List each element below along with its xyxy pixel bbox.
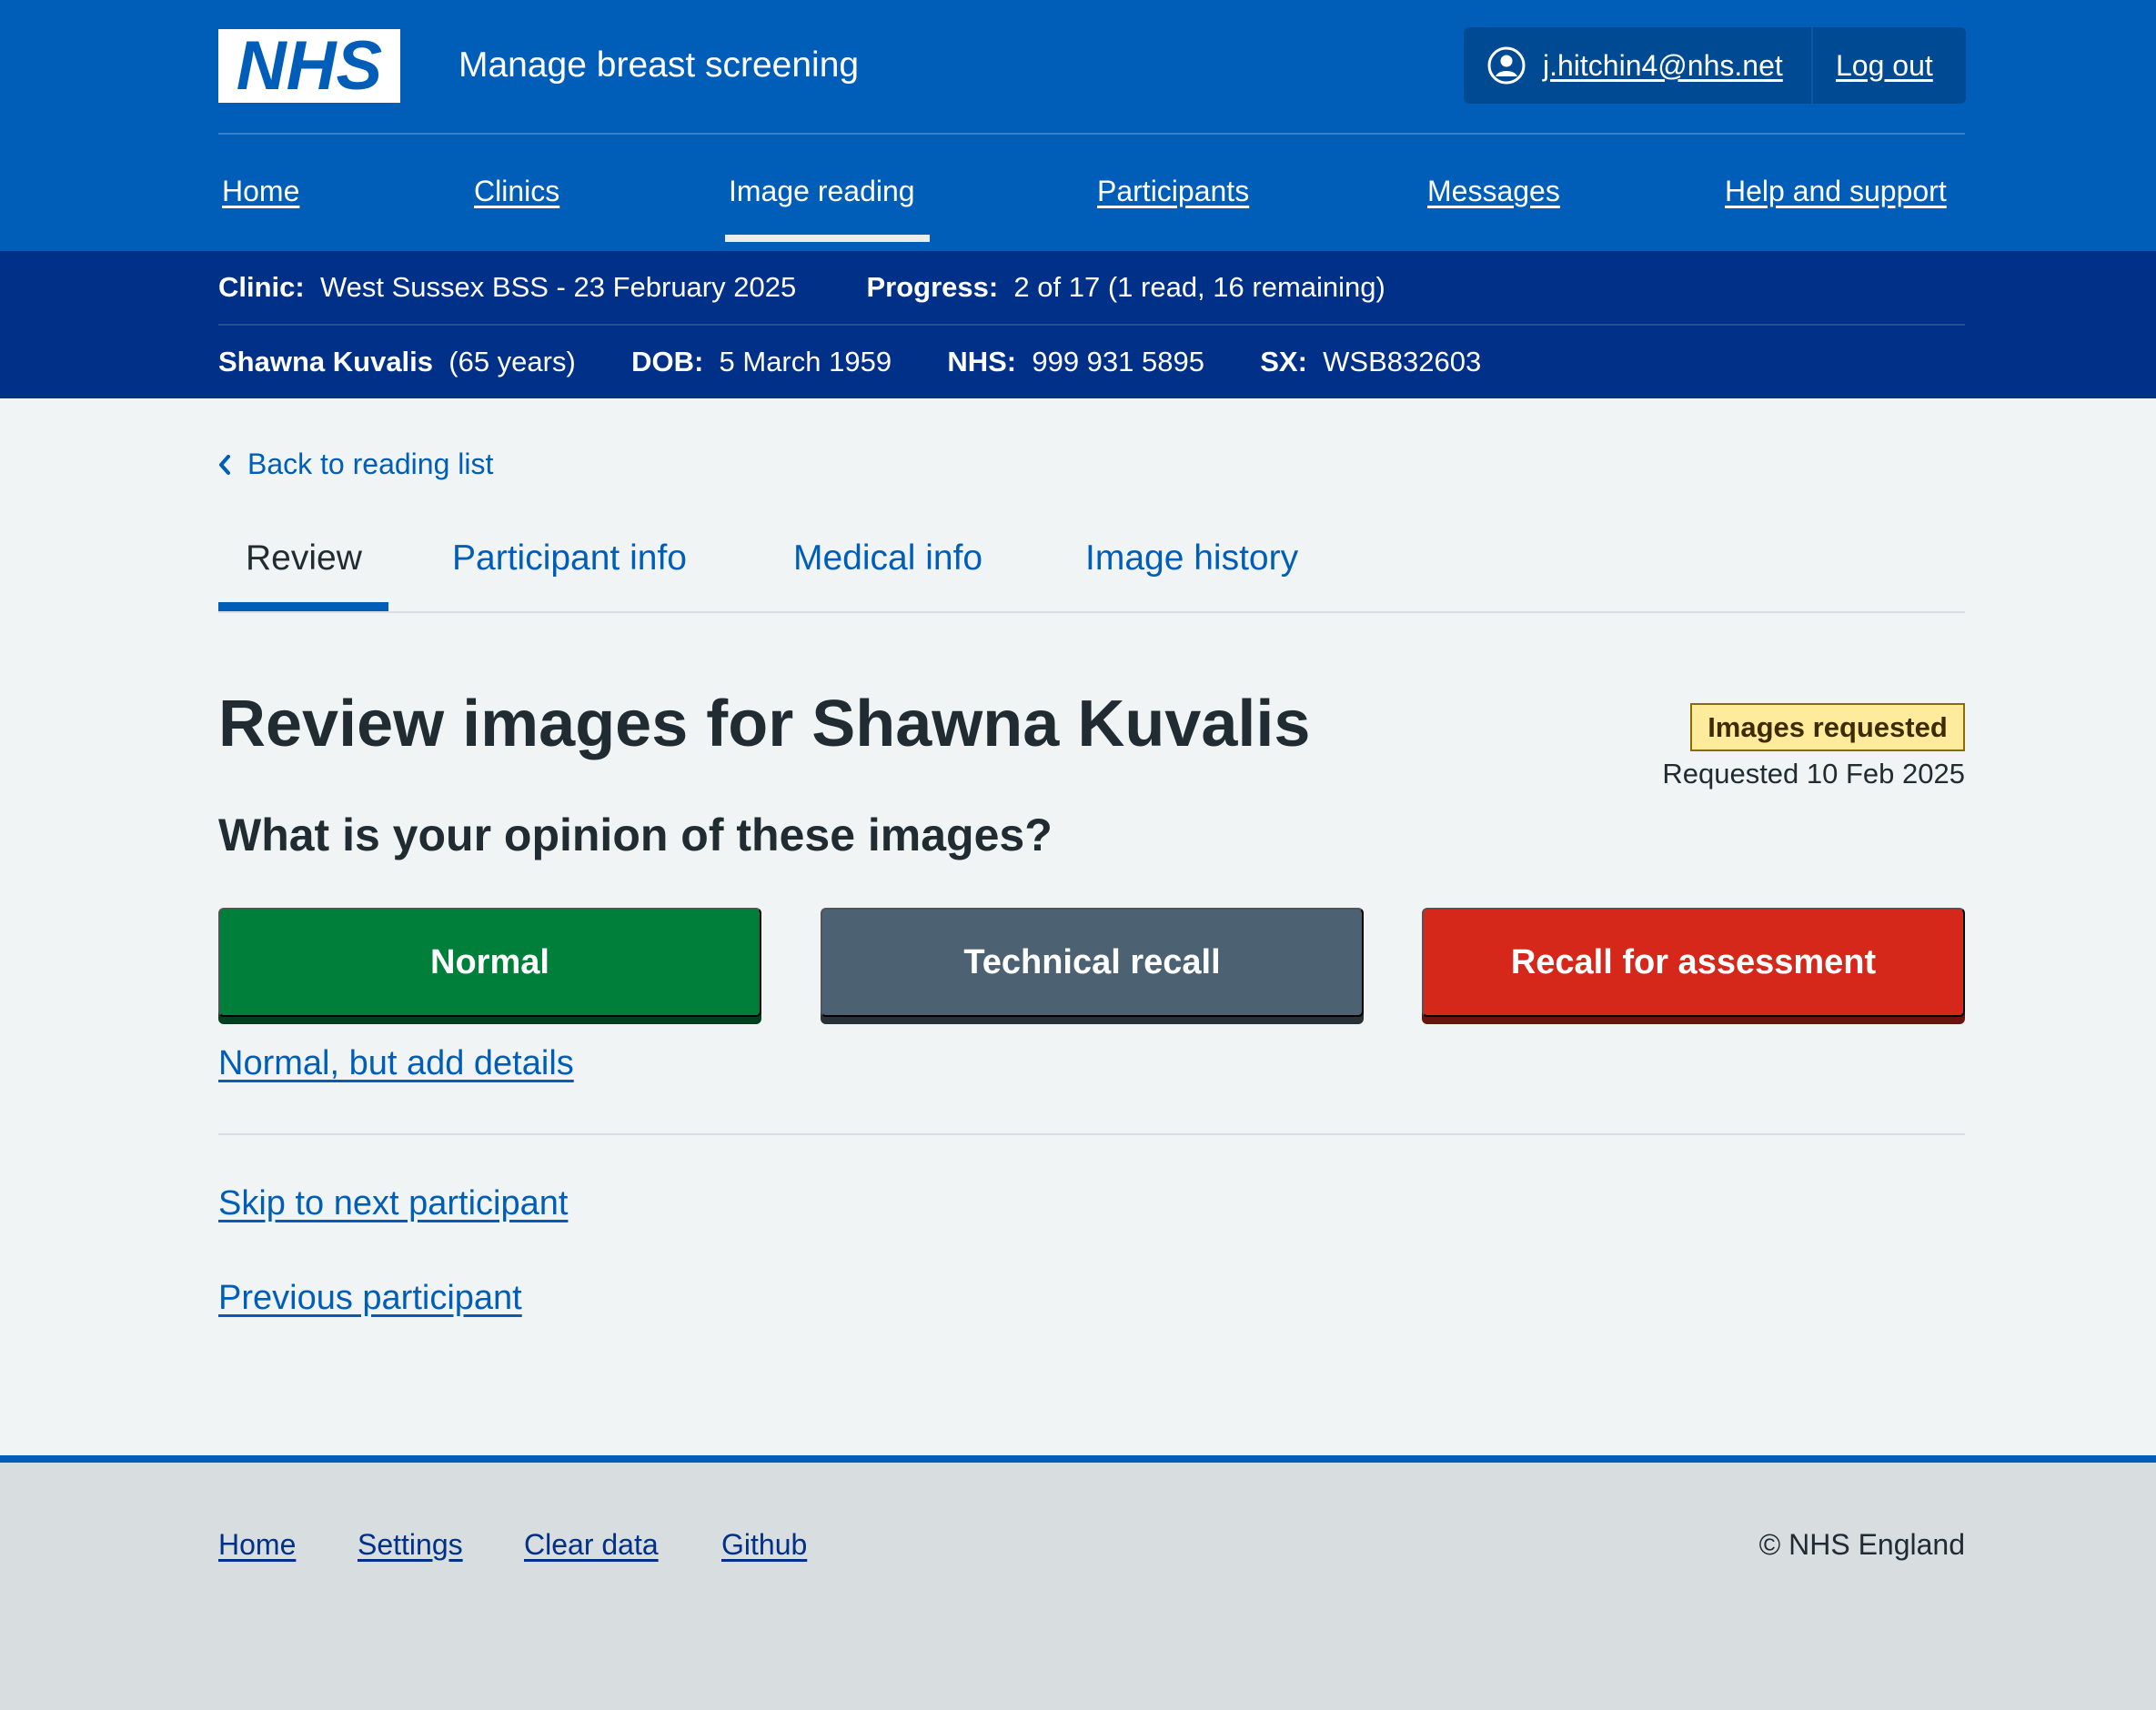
requested-date: Requested 10 Feb 2025 — [1662, 758, 1965, 790]
dob-value: 5 March 1959 — [719, 346, 892, 377]
sx-value: WSB832603 — [1323, 346, 1482, 377]
chevron-left-icon — [219, 454, 230, 475]
footer-link-clear-data[interactable]: Clear data — [524, 1526, 659, 1563]
normal-add-details-link[interactable]: Normal, but add details — [218, 1041, 574, 1085]
account-panel: j.hitchin4@nhs.net Log out — [1464, 27, 1966, 104]
nav-current-indicator — [725, 235, 930, 242]
logout-link[interactable]: Log out — [1836, 49, 1933, 82]
participant-details-row: Shawna Kuvalis (65 years) DOB: 5 March 1… — [218, 344, 1481, 380]
sx-label: SX: — [1260, 346, 1307, 377]
progress-value: 2 of 17 (1 read, 16 remaining) — [1013, 271, 1385, 303]
user-email-link[interactable]: j.hitchin4@nhs.net — [1543, 49, 1783, 83]
nav-item-participants[interactable]: Participants — [1097, 173, 1249, 209]
nhs-number-label: NHS: — [947, 346, 1017, 377]
tab-image-history[interactable]: Image history — [1085, 537, 1298, 580]
footer-link-settings[interactable]: Settings — [358, 1526, 463, 1563]
dob-label: DOB: — [631, 346, 704, 377]
primary-navigation: Home Clinics Image reading Participants … — [218, 135, 1965, 251]
opinion-question: What is your opinion of these images? — [218, 810, 1053, 860]
back-link[interactable]: Back to reading list — [218, 448, 493, 481]
user-icon — [1487, 46, 1526, 85]
clinic-progress-row: Clinic: West Sussex BSS - 23 February 20… — [218, 269, 1385, 306]
clinic-value: West Sussex BSS - 23 February 2025 — [319, 271, 797, 303]
reading-context-bar: Clinic: West Sussex BSS - 23 February 20… — [0, 251, 2156, 398]
tab-current-indicator — [218, 602, 388, 611]
service-name[interactable]: Manage breast screening — [458, 44, 859, 87]
recall-for-assessment-button[interactable]: Recall for assessment — [1422, 908, 1965, 1017]
tab-list: Review Participant info Medical info Ima… — [218, 518, 1965, 613]
nav-item-image-reading[interactable]: Image reading — [729, 173, 915, 209]
participant-age: (65 years) — [448, 346, 576, 377]
site-header: NHS Manage breast screening j.hitchin4@n… — [0, 0, 2156, 251]
tab-participant-info[interactable]: Participant info — [452, 537, 687, 580]
logout-container: Log out — [1813, 49, 1933, 83]
nav-item-messages[interactable]: Messages — [1427, 173, 1560, 209]
nhs-number-value: 999 931 5895 — [1032, 346, 1204, 377]
nav-item-clinics[interactable]: Clinics — [474, 173, 559, 209]
account-user: j.hitchin4@nhs.net — [1464, 27, 1813, 104]
status-badge: Images requested — [1690, 703, 1965, 751]
tab-review[interactable]: Review — [246, 537, 362, 580]
clinic-label: Clinic: — [218, 271, 305, 303]
copyright: © NHS England — [1758, 1528, 1965, 1561]
section-divider — [218, 1133, 1965, 1135]
footer-link-home[interactable]: Home — [218, 1526, 296, 1563]
normal-button[interactable]: Normal — [218, 908, 761, 1017]
progress-label: Progress: — [866, 271, 999, 303]
page-title: Review images for Shawna Kuvalis — [218, 688, 1311, 760]
site-footer: Home Settings Clear data Github © NHS En… — [0, 1455, 2156, 1710]
technical-recall-button[interactable]: Technical recall — [821, 908, 1364, 1017]
skip-next-participant-link[interactable]: Skip to next participant — [218, 1182, 568, 1225]
tab-medical-info[interactable]: Medical info — [793, 537, 982, 580]
nav-item-help-and-support[interactable]: Help and support — [1725, 173, 1947, 209]
back-link-label: Back to reading list — [247, 448, 494, 480]
footer-link-github[interactable]: Github — [721, 1526, 807, 1563]
participant-name: Shawna Kuvalis — [218, 346, 434, 377]
nav-item-home[interactable]: Home — [222, 173, 299, 209]
logo-text: NHS — [237, 29, 382, 103]
previous-participant-link[interactable]: Previous participant — [218, 1276, 522, 1320]
context-divider — [218, 324, 1965, 326]
nhs-logo[interactable]: NHS — [218, 29, 400, 103]
